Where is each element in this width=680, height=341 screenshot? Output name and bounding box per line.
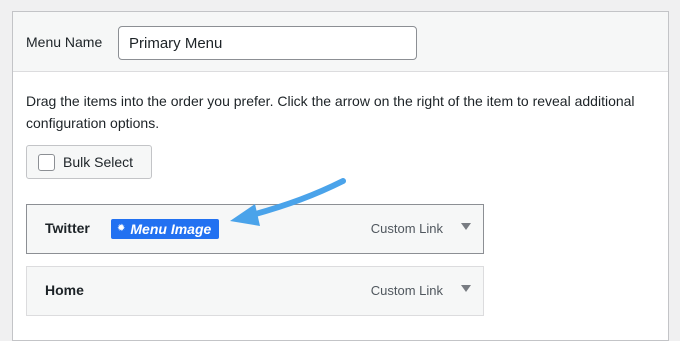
menu-item-title: Home [45,282,84,298]
menu-settings-panel: Menu Name Drag the items into the order … [12,11,669,341]
menu-image-badge[interactable]: ✹ Menu Image [111,219,220,239]
chevron-down-icon[interactable] [461,223,471,230]
menu-name-header: Menu Name [13,12,668,72]
bulk-select-checkbox[interactable] [38,153,55,171]
chevron-down-icon[interactable] [461,285,471,292]
menu-name-label: Menu Name [26,34,103,50]
bulk-select-label: Bulk Select [63,154,134,170]
gear-icon: ✹ [117,223,126,234]
menu-item-home[interactable]: Home Custom Link [26,266,484,316]
instructions-text: Drag the items into the order you prefer… [26,93,635,131]
bulk-select-button[interactable]: Bulk Select [26,145,152,179]
menu-item-type: Custom Link [370,283,443,298]
menu-name-input[interactable] [118,26,417,60]
menu-item-type: Custom Link [370,221,443,236]
menu-item-title: Twitter [45,220,90,236]
menu-image-badge-label: Menu Image [130,221,212,237]
menu-item-twitter[interactable]: Twitter ✹ Menu Image Custom Link [26,204,484,254]
